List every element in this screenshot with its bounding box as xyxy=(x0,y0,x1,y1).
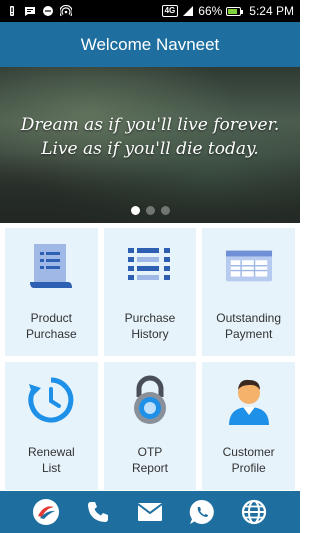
person-avatar-icon xyxy=(225,376,273,425)
tile-outstanding-payment[interactable]: Outstanding Payment xyxy=(202,228,295,356)
tile-renewal-list[interactable]: Renewal List xyxy=(5,362,98,490)
tile-label: OTP Report xyxy=(132,444,168,476)
tile-label-line: Report xyxy=(131,461,168,475)
tile-label-line: List xyxy=(41,461,61,475)
quote-line-2: Live as if you'll die today. xyxy=(41,139,259,159)
battery-charging-icon xyxy=(226,6,244,16)
app-header: Welcome Navneet xyxy=(0,22,300,67)
tile-label: Product Purchase xyxy=(26,310,77,342)
tile-label-line: OTP xyxy=(137,445,163,459)
tile-purchase-history[interactable]: Purchase History xyxy=(103,228,197,356)
tile-label-line: Product xyxy=(30,311,72,325)
clock-refresh-icon xyxy=(27,376,75,424)
tile-label: Renewal List xyxy=(28,444,75,476)
globe-icon[interactable] xyxy=(239,497,269,527)
tile-label-line: Purchase xyxy=(25,327,77,341)
tile-label-line: Outstanding xyxy=(216,311,282,325)
status-bar-left xyxy=(6,4,73,17)
message-icon xyxy=(24,5,36,17)
menu-grid: Product Purchase Purchase History Outsta… xyxy=(5,228,295,490)
tile-label: Customer Profile xyxy=(223,444,275,476)
tile-otp-report[interactable]: OTP Report xyxy=(103,362,197,490)
tile-label-line: Renewal xyxy=(27,445,75,459)
document-list-icon xyxy=(27,242,75,290)
table-window-icon xyxy=(225,242,273,290)
mail-icon[interactable] xyxy=(135,497,165,527)
status-bar: 4G 66% 5:24 PM xyxy=(0,0,300,22)
signal-icon xyxy=(182,5,194,17)
carousel-dot-2[interactable] xyxy=(145,206,155,215)
chat-icon xyxy=(42,5,54,17)
carousel-dot-3[interactable] xyxy=(160,206,170,215)
battery-percent: 66% xyxy=(198,4,223,18)
brand-logo-icon[interactable] xyxy=(31,497,61,527)
network-badge: 4G xyxy=(161,5,179,17)
whatsapp-icon[interactable] xyxy=(187,497,217,527)
tile-label-line: Profile xyxy=(231,461,266,475)
bottom-action-bar xyxy=(0,491,300,533)
tile-label-line: History xyxy=(131,327,169,341)
tile-label-line: Customer xyxy=(222,445,275,459)
quote-line-1: Dream as if you'll live forever. xyxy=(20,115,280,135)
tile-label-line: Purchase xyxy=(124,311,176,325)
list-lines-icon xyxy=(126,242,174,290)
banner-quote: Dream as if you'll live forever. Live as… xyxy=(0,113,300,161)
tile-product-purchase[interactable]: Product Purchase xyxy=(5,228,98,356)
tile-customer-profile[interactable]: Customer Profile xyxy=(202,362,295,490)
status-time: 5:24 PM xyxy=(249,4,294,18)
tile-label: Outstanding Payment xyxy=(216,310,281,342)
tile-label: Purchase History xyxy=(125,310,176,342)
tile-label-line: Payment xyxy=(224,327,273,341)
notification-alert-icon xyxy=(6,5,18,17)
phone-icon[interactable] xyxy=(83,497,113,527)
carousel-indicators xyxy=(0,206,300,215)
page-title: Welcome Navneet xyxy=(80,34,220,54)
carousel-dot-1[interactable] xyxy=(130,206,140,215)
hotspot-icon xyxy=(59,4,73,17)
status-bar-right: 4G 66% 5:24 PM xyxy=(161,4,294,18)
padlock-icon xyxy=(126,375,174,424)
banner-carousel[interactable]: Dream as if you'll live forever. Live as… xyxy=(0,67,300,223)
